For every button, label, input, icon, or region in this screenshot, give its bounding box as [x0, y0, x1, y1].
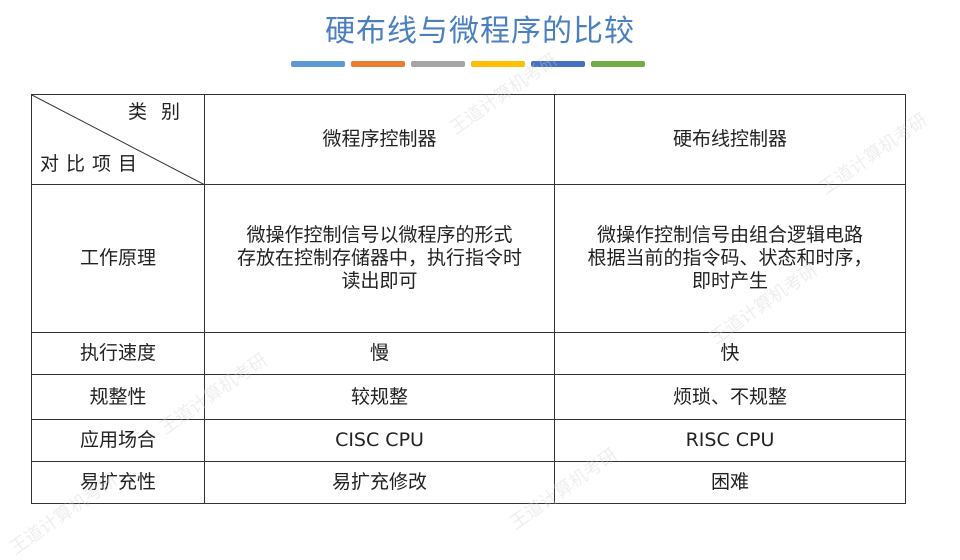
cell-hardwired: 微操作控制信号由组合逻辑电路 根据当前的指令码、状态和时序， 即时产生 — [554, 184, 906, 333]
cell-micro: 易扩充修改 — [204, 461, 555, 504]
table-row: 应用场合 CISC CPU RISC CPU — [31, 419, 906, 462]
cell-hardwired: 烦琐、不规整 — [554, 374, 906, 420]
accent-bar-1 — [291, 61, 345, 67]
cell-micro: CISC CPU — [204, 419, 555, 462]
column-header-hardwired: 硬布线控制器 — [554, 94, 906, 185]
table-header-row: 类别 对比项目 微程序控制器 硬布线控制器 — [31, 94, 906, 185]
table-row: 执行速度 慢 快 — [31, 332, 906, 375]
table-row: 工作原理 微操作控制信号以微程序的形式 存放在控制存储器中，执行指令时 读出即可… — [31, 184, 906, 333]
table-row: 规整性 较规整 烦琐、不规整 — [31, 374, 906, 420]
accent-bar-6 — [591, 61, 645, 67]
row-label: 执行速度 — [31, 332, 205, 375]
row-label: 应用场合 — [31, 419, 205, 462]
cell-hardwired: 快 — [554, 332, 906, 375]
accent-bar-5 — [531, 61, 585, 67]
row-label: 易扩充性 — [31, 461, 205, 504]
cell-micro: 较规整 — [204, 374, 555, 420]
row-label: 规整性 — [31, 374, 205, 420]
diagonal-header-cell: 类别 对比项目 — [31, 94, 205, 185]
slide-title: 硬布线与微程序的比较 — [325, 14, 635, 49]
accent-bar-3 — [411, 61, 465, 67]
corner-category-label: 类别 — [127, 101, 194, 123]
table-row: 易扩充性 易扩充修改 困难 — [31, 461, 906, 504]
cell-micro: 微操作控制信号以微程序的形式 存放在控制存储器中，执行指令时 读出即可 — [204, 184, 555, 333]
row-label: 工作原理 — [31, 184, 205, 333]
cell-hardwired: 困难 — [554, 461, 906, 504]
accent-bar-2 — [351, 61, 405, 67]
column-header-micro: 微程序控制器 — [204, 94, 555, 185]
cell-hardwired: RISC CPU — [554, 419, 906, 462]
comparison-table: 类别 对比项目 微程序控制器 硬布线控制器 工作原理 微操作控制信号以微程序的形… — [31, 94, 906, 504]
corner-compare-label: 对比项目 — [40, 153, 145, 175]
accent-bar-4 — [471, 61, 525, 67]
cell-micro: 慢 — [204, 332, 555, 375]
